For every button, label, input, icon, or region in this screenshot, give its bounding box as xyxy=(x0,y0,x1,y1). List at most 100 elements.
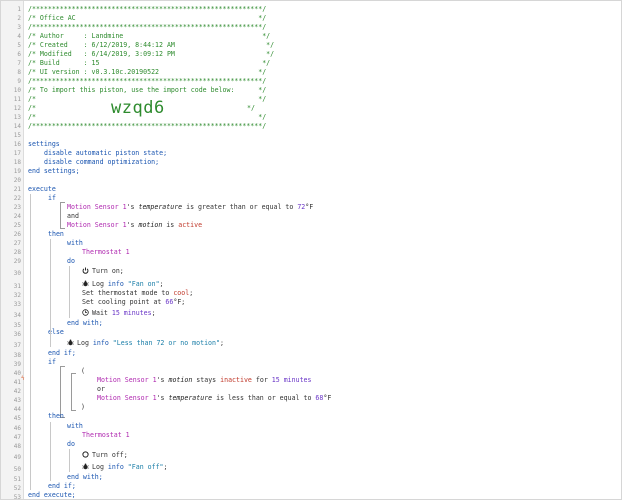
execute-guide-line xyxy=(30,194,31,490)
line-number: 18 xyxy=(13,159,21,166)
close-paren: ) xyxy=(81,403,85,411)
line-number: 1 xyxy=(17,6,21,13)
line-number: 13 xyxy=(13,114,21,121)
end-if: end if; xyxy=(48,349,76,357)
condition-temperature[interactable]: Motion Sensor 1's temperature is greater… xyxy=(67,203,313,212)
line-number: 49 xyxy=(13,454,21,461)
condition-motion[interactable]: Motion Sensor 1's motion is active xyxy=(67,221,202,230)
with-keyword[interactable]: with xyxy=(67,422,83,431)
line-number: 51 xyxy=(13,476,21,483)
line-number: 9 xyxy=(17,78,21,85)
settings-line[interactable]: disable automatic piston state; xyxy=(44,149,167,158)
task-turn-on[interactable]: Turn on; xyxy=(82,267,124,276)
end-with: end with; xyxy=(67,473,103,481)
device-thermostat[interactable]: Thermostat 1 xyxy=(82,431,130,440)
piston-code-view: 1 2 3 4 5 6 7 8 9 10 11 12 13 14 15 16 17 18 19 20 21 22 23 24 2… xyxy=(0,0,622,501)
line-number: 8 xyxy=(17,69,21,76)
clock-icon xyxy=(82,309,89,316)
and-operator[interactable]: and xyxy=(67,212,79,221)
comment-border: /***************************************… xyxy=(28,77,267,85)
line-number: 6 xyxy=(17,51,21,58)
execute-keyword: execute xyxy=(28,185,56,193)
line-number: 43 xyxy=(13,397,21,404)
task-log-else[interactable]: Log info "Less than 72 or no motion"; xyxy=(67,339,224,348)
comment-border: /***************************************… xyxy=(28,5,267,13)
line-number-gutter: 1 2 3 4 5 6 7 8 9 10 11 12 13 14 15 16 17 18 19 20 21 22 23 24 2… xyxy=(1,1,24,501)
trigger-marker-icon: ϟ xyxy=(21,375,25,382)
comment-ui-version: /* UI version : v0.3.10c.20190522 */ xyxy=(28,68,267,76)
end-with: end with; xyxy=(67,319,103,327)
comment-code-left: /* xyxy=(28,104,36,112)
with-keyword[interactable]: with xyxy=(67,239,83,248)
line-number: 45 xyxy=(13,415,21,422)
line-number: 14 xyxy=(13,123,21,130)
line-number: 38 xyxy=(13,352,21,359)
line-number: 53 xyxy=(13,494,21,501)
line-number: 3 xyxy=(17,24,21,31)
do-keyword: do xyxy=(67,257,75,265)
open-paren: ( xyxy=(81,367,85,375)
line-number: 33 xyxy=(13,301,21,308)
line-number: 28 xyxy=(13,249,21,256)
line-number: 32 xyxy=(13,292,21,299)
line-number: 2 xyxy=(17,15,21,22)
settings-line[interactable]: disable command optimization; xyxy=(44,158,159,167)
line-number: 23 xyxy=(13,204,21,211)
settings-keyword: settings xyxy=(28,140,60,148)
if-keyword[interactable]: if xyxy=(48,194,56,203)
do-guide-line xyxy=(69,266,70,318)
device-thermostat[interactable]: Thermostat 1 xyxy=(82,248,130,257)
then-keyword: then xyxy=(48,230,64,238)
if-guide-line xyxy=(50,239,51,347)
comment-border: /***************************************… xyxy=(28,23,267,31)
task-turn-off[interactable]: Turn off; xyxy=(82,451,128,460)
comment-created: /* Created : 6/12/2019, 8:44:12 AM */ xyxy=(28,41,275,49)
comment-author: /* Author : Landmine */ xyxy=(28,32,271,40)
line-number: 35 xyxy=(13,322,21,329)
line-number: 29 xyxy=(13,258,21,265)
condition-group-bracket xyxy=(60,366,65,418)
line-number: 10 xyxy=(13,87,21,94)
bug-icon xyxy=(82,463,89,470)
line-number: 27 xyxy=(13,240,21,247)
or-operator[interactable]: or xyxy=(97,385,105,394)
task-wait[interactable]: Wait 15 minutes; xyxy=(82,309,156,318)
then-keyword: then xyxy=(48,412,64,420)
comment-border: /***************************************… xyxy=(28,122,267,130)
task-log-fan-off[interactable]: Log info "Fan off"; xyxy=(82,463,168,472)
condition-temperature-low[interactable]: Motion Sensor 1's temperature is less th… xyxy=(97,394,331,403)
line-number: 21 xyxy=(13,186,21,193)
task-log-fan-on[interactable]: Log info "Fan on"; xyxy=(82,280,164,289)
line-number: 31 xyxy=(13,283,21,290)
line-number: 22 xyxy=(13,195,21,202)
line-number: 11 xyxy=(13,96,21,103)
if-keyword[interactable]: if xyxy=(48,358,56,367)
line-number: 30 xyxy=(13,270,21,277)
comment-modified: /* Modified : 6/14/2019, 3:09:12 PM */ xyxy=(28,50,275,58)
condition-group-bracket xyxy=(60,202,65,229)
line-number: 42 xyxy=(13,388,21,395)
line-number: 4 xyxy=(17,33,21,40)
line-number: 37 xyxy=(13,342,21,349)
comment-import-note: /* To import this piston, use the import… xyxy=(28,86,267,94)
line-number: 44 xyxy=(13,406,21,413)
settings-end: end settings; xyxy=(28,167,80,175)
do-keyword: do xyxy=(67,440,75,448)
line-number: 39 xyxy=(13,361,21,368)
line-number: 24 xyxy=(13,213,21,220)
line-number: 16 xyxy=(13,141,21,148)
condition-motion-stays[interactable]: Motion Sensor 1's motion stays inactive … xyxy=(97,376,312,385)
task-set-mode[interactable]: Set thermostat mode to cool; xyxy=(82,289,193,298)
power-off-icon xyxy=(82,451,89,458)
condition-group-bracket xyxy=(71,373,76,411)
line-number: 46 xyxy=(13,425,21,432)
line-number: 12 xyxy=(13,105,21,112)
task-set-cooling[interactable]: Set cooling point at 66°F; xyxy=(82,298,185,307)
comment-blank: /* */ xyxy=(28,113,267,121)
line-number: 50 xyxy=(13,466,21,473)
line-number: 7 xyxy=(17,60,21,67)
line-number: 47 xyxy=(13,434,21,441)
power-icon xyxy=(82,267,89,274)
line-number: 34 xyxy=(13,312,21,319)
bug-icon xyxy=(82,280,89,287)
